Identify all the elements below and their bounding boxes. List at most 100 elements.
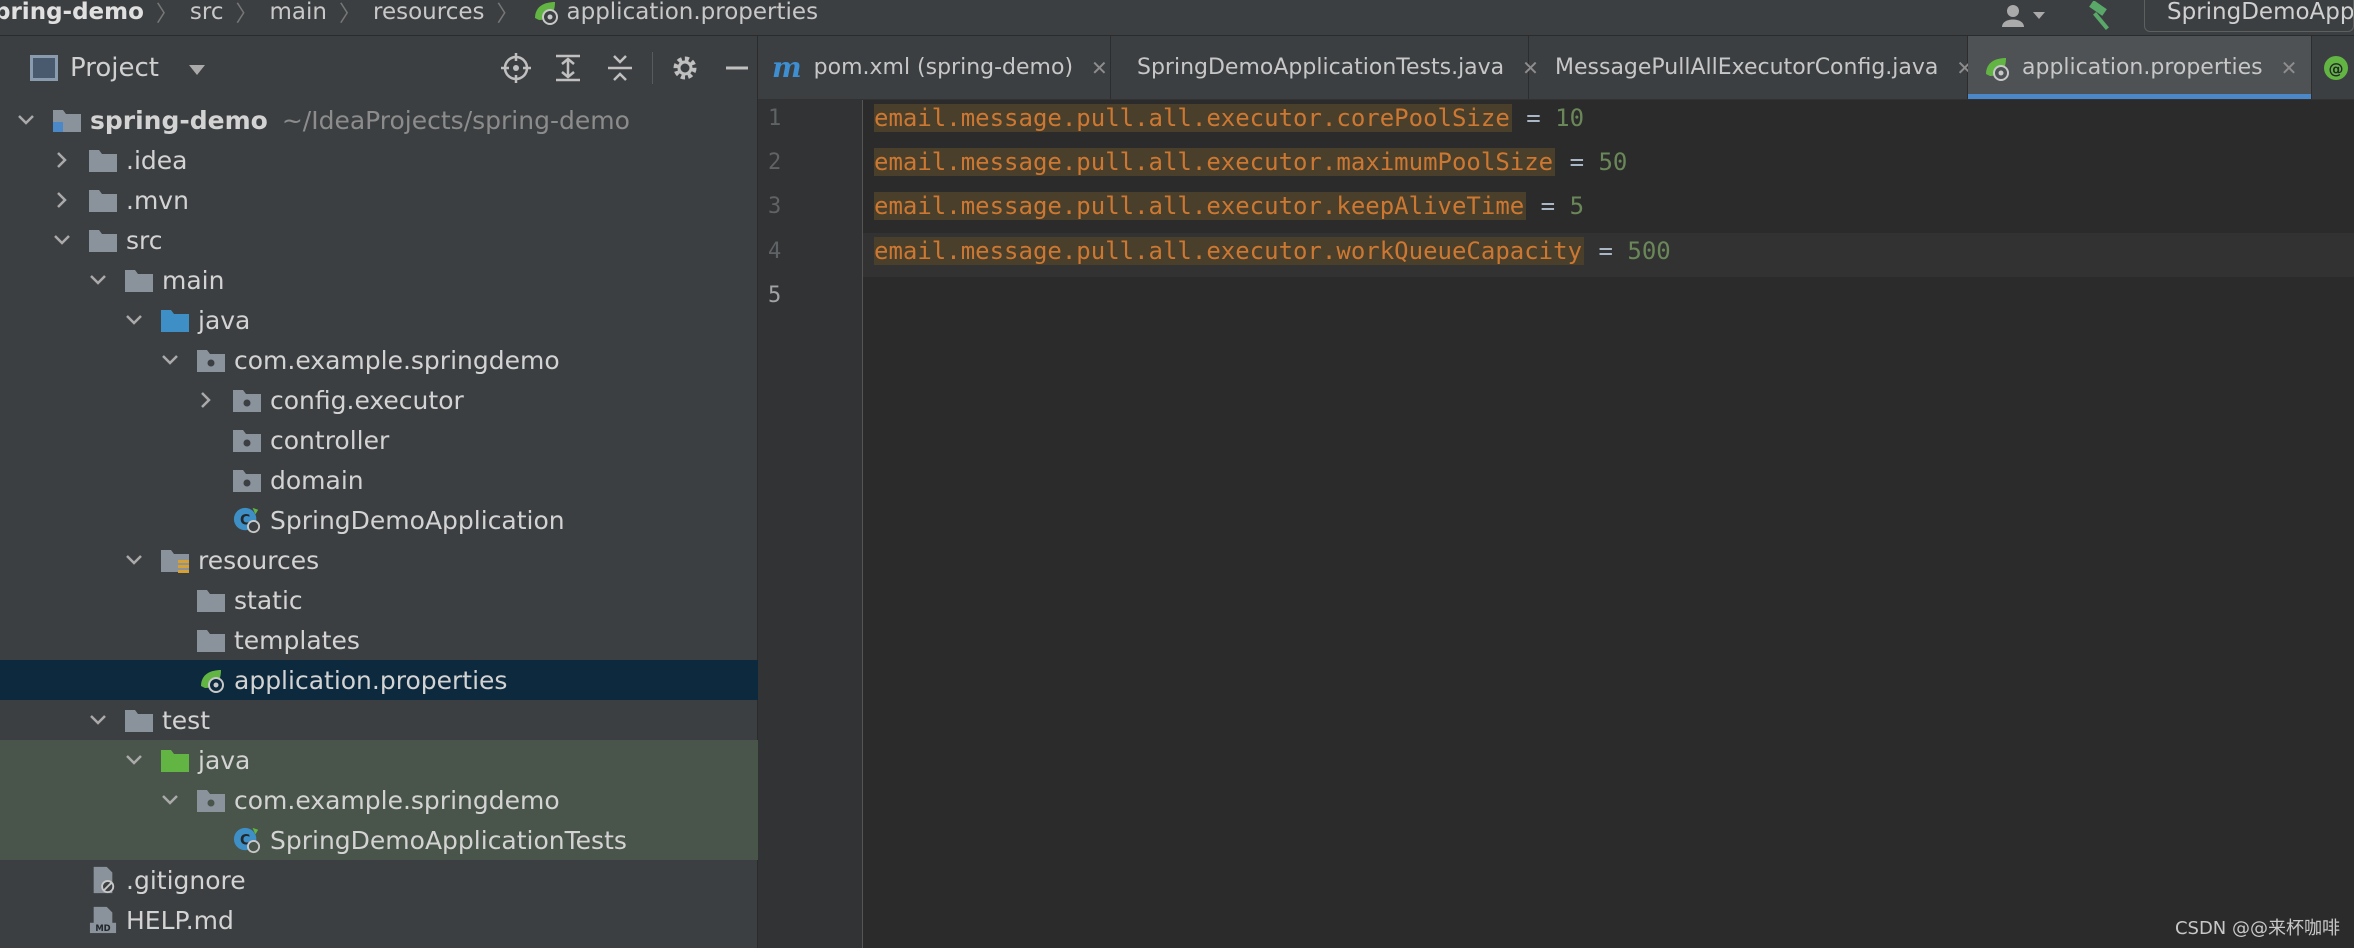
breadcrumb: pring-demo 〉 src 〉 main 〉 resources 〉 ap… — [0, 0, 818, 30]
hide-panel-button[interactable] — [711, 42, 763, 94]
tree-item-help-md[interactable]: MD HELP.md — [0, 900, 758, 940]
chevron-right-icon[interactable] — [50, 148, 74, 172]
folder-icon — [125, 710, 153, 732]
breadcrumb-main[interactable]: main — [270, 0, 327, 25]
tree-item-label: .mvn — [126, 185, 189, 215]
tree-item-label: HELP.md — [126, 905, 234, 935]
chevron-down-icon[interactable] — [122, 548, 146, 572]
spring-properties-icon — [1986, 57, 2009, 81]
package-icon — [233, 470, 261, 492]
package-icon — [233, 430, 261, 452]
code-line[interactable]: email.message.pull.all.executor.keepAliv… — [874, 189, 1584, 223]
locate-file-button[interactable] — [490, 42, 542, 94]
watermark: CSDN @@来杯咖啡 — [2174, 918, 2340, 939]
settings-button[interactable] — [659, 42, 711, 94]
tree-item-spring-demo-application[interactable]: C SpringDemoApplication — [0, 500, 758, 540]
property-value: 50 — [1598, 148, 1628, 176]
tab-overflow[interactable]: @ — [2312, 36, 2354, 99]
project-tool-window: Project spring-demo ~/IdeaProjects/sprin… — [0, 36, 758, 948]
tree-item-package[interactable]: com.example.springdemo — [0, 340, 758, 380]
svg-text:@: @ — [2329, 60, 2344, 78]
chevron-down-icon[interactable] — [158, 788, 182, 812]
code-line[interactable]: email.message.pull.all.executor.corePool… — [874, 101, 1584, 135]
tree-item-resources[interactable]: resources — [0, 540, 758, 580]
tree-item-label: domain — [270, 465, 364, 495]
line-number-current: 5 — [768, 283, 782, 308]
code-line[interactable]: email.message.pull.all.executor.workQueu… — [874, 234, 1671, 268]
property-key: email.message.pull.all.executor.workQueu… — [874, 237, 1585, 265]
chevron-down-icon[interactable] — [50, 228, 74, 252]
close-icon[interactable]: ✕ — [2281, 56, 2298, 80]
tab-message-pull-all-executor-config[interactable]: C MessagePullAllExecutorConfig.java ✕ — [1529, 36, 1973, 99]
tree-item-label: controller — [270, 425, 390, 455]
tree-item-label: resources — [198, 545, 320, 575]
breadcrumb-src[interactable]: src — [190, 0, 224, 25]
user-icon — [2002, 5, 2024, 27]
code-line[interactable]: email.message.pull.all.executor.maximumP… — [874, 145, 1627, 179]
toolbar-divider — [652, 52, 653, 84]
tree-item-label: src — [126, 225, 163, 255]
tab-label: application.properties — [2022, 55, 2263, 80]
chevron-down-icon[interactable] — [158, 348, 182, 372]
chevron-down-icon[interactable] — [86, 708, 110, 732]
tree-item-java[interactable]: java — [0, 300, 758, 340]
tab-spring-demo-application-tests[interactable]: C SpringDemoApplicationTests.java ✕ — [1111, 36, 1539, 99]
tree-item-test-java[interactable]: java — [0, 740, 758, 780]
gear-icon — [673, 56, 697, 80]
tree-item-label: static — [234, 585, 303, 615]
chevron-down-icon[interactable] — [122, 748, 146, 772]
tab-pom-xml[interactable]: m pom.xml (spring-demo) ✕ — [758, 36, 1111, 99]
line-number: 4 — [768, 239, 782, 264]
chevron-right-icon[interactable] — [50, 188, 74, 212]
run-configuration-selector[interactable]: SpringDemoAppli — [2144, 0, 2354, 32]
property-value: 500 — [1627, 237, 1671, 265]
tree-item-main[interactable]: main — [0, 260, 758, 300]
tree-item-controller[interactable]: controller — [0, 420, 758, 460]
crosshair-icon — [501, 53, 531, 83]
annotation-class-icon: @ — [2324, 55, 2349, 80]
tree-item-idea[interactable]: .idea — [0, 140, 758, 180]
tree-item-test[interactable]: test — [0, 700, 758, 740]
chevron-down-icon[interactable] — [86, 268, 110, 292]
chevron-down-icon — [188, 65, 205, 75]
vcs-user-button[interactable] — [2002, 3, 2046, 29]
tree-item-domain[interactable]: domain — [0, 460, 758, 500]
tree-item-application-properties[interactable]: application.properties — [0, 660, 758, 700]
chevron-down-icon[interactable] — [122, 308, 146, 332]
breadcrumb-separator-icon: 〉 — [339, 1, 362, 27]
project-view-selector[interactable]: Project — [30, 53, 205, 83]
tree-item-gitignore[interactable]: .gitignore — [0, 860, 758, 900]
breadcrumb-file[interactable]: application.properties — [531, 0, 818, 26]
tree-item-mvn[interactable]: .mvn — [0, 180, 758, 220]
folder-icon — [89, 190, 117, 212]
spring-class-icon: C — [233, 827, 261, 854]
tree-item-spring-demo[interactable]: spring-demo ~/IdeaProjects/spring-demo — [0, 100, 758, 140]
code-editor[interactable]: 1 2 3 4 5 email.message.pull.all.executo… — [758, 100, 2354, 948]
tree-item-label: application.properties — [234, 665, 508, 695]
chevron-down-icon[interactable] — [14, 108, 38, 132]
breadcrumb-project[interactable]: pring-demo — [0, 0, 144, 25]
tree-item-templates[interactable]: templates — [0, 620, 758, 660]
chevron-right-icon[interactable] — [194, 388, 218, 412]
tree-item-test-package[interactable]: com.example.springdemo — [0, 780, 758, 820]
close-icon[interactable]: ✕ — [1091, 56, 1108, 80]
tree-item-config-executor[interactable]: config.executor — [0, 380, 758, 420]
breadcrumb-resources[interactable]: resources — [373, 0, 484, 25]
project-view-icon — [30, 55, 58, 81]
property-value: 5 — [1569, 192, 1585, 220]
gitignore-file-icon — [93, 866, 115, 894]
expand-all-button[interactable] — [542, 42, 594, 94]
tree-item-label: SpringDemoApplication — [270, 505, 565, 535]
collapse-all-button[interactable] — [594, 42, 646, 94]
tree-item-static[interactable]: static — [0, 580, 758, 620]
tree-item-spring-demo-application-tests[interactable]: C SpringDemoApplicationTests — [0, 820, 758, 860]
line-number: 3 — [768, 194, 782, 219]
tree-item-src[interactable]: src — [0, 220, 758, 260]
build-hammer-icon[interactable] — [2086, 1, 2116, 31]
chevron-down-icon — [2033, 12, 2045, 19]
tab-label: SpringDemoApplicationTests.java — [1137, 55, 1505, 80]
breadcrumb-separator-icon: 〉 — [496, 1, 519, 27]
property-separator: = — [1526, 192, 1570, 220]
minimize-icon — [726, 66, 748, 70]
tab-application-properties[interactable]: application.properties ✕ — [1968, 36, 2313, 99]
